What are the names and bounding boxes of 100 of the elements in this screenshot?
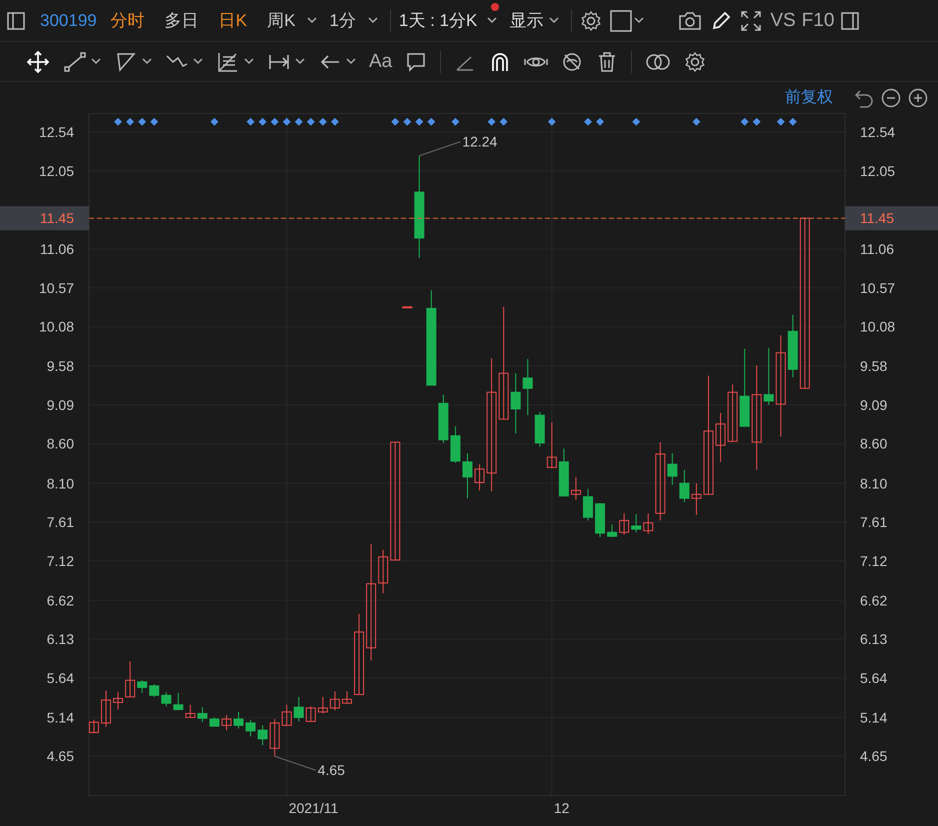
candlestick: [282, 704, 292, 726]
event-marker[interactable]: [403, 118, 412, 126]
panel-icon[interactable]: [6, 10, 26, 30]
price-axis-label: 5.14: [860, 709, 888, 726]
candlestick: [716, 412, 726, 462]
f10-button[interactable]: F10: [802, 10, 834, 32]
event-marker[interactable]: [632, 118, 640, 126]
move-icon[interactable]: [26, 50, 50, 74]
period-tab[interactable]: 多日: [164, 9, 199, 32]
candlestick: [595, 502, 606, 538]
price-axis-label: 10.57: [38, 280, 74, 296]
event-marker[interactable]: [451, 118, 460, 126]
period-tab[interactable]: 分时: [110, 9, 145, 32]
candlestick: [246, 719, 256, 737]
caret-icon[interactable]: [346, 58, 356, 65]
vs-button[interactable]: VS: [770, 10, 796, 32]
pencil-icon[interactable]: [710, 10, 732, 32]
price-axis-label: 7.12: [46, 552, 74, 569]
text-tool-button[interactable]: Aa: [369, 50, 392, 72]
price-axis-label: 12.54: [38, 124, 74, 140]
event-marker[interactable]: [306, 118, 315, 126]
caret-icon[interactable]: [634, 17, 644, 24]
event-marker[interactable]: [788, 118, 797, 126]
event-marker[interactable]: [330, 118, 339, 126]
event-marker[interactable]: [415, 118, 424, 126]
candlestick: [546, 422, 557, 468]
event-marker[interactable]: [752, 118, 761, 126]
settings-icon[interactable]: [684, 50, 706, 72]
candlestick: [643, 512, 654, 534]
candlestick: [330, 690, 340, 711]
event-marker[interactable]: [258, 118, 267, 126]
price-axis-label: 8.10: [860, 475, 888, 492]
price-axis-label: 4.65: [860, 748, 888, 764]
candlestick: [270, 718, 280, 757]
event-marker[interactable]: [596, 118, 604, 126]
event-marker[interactable]: [692, 118, 700, 126]
zoom-in-icon[interactable]: [908, 88, 928, 108]
eye-slash-icon[interactable]: [561, 50, 584, 72]
event-marker[interactable]: [270, 118, 279, 126]
price-axis-label: 6.62: [46, 592, 74, 608]
event-marker[interactable]: [126, 118, 134, 126]
undo-icon[interactable]: [854, 88, 874, 108]
event-marker[interactable]: [548, 118, 556, 126]
caret-icon[interactable]: [244, 58, 254, 65]
period-tab[interactable]: 1分: [329, 9, 356, 32]
circles-icon[interactable]: [645, 52, 672, 72]
candlestick: [510, 372, 521, 434]
expand-icon[interactable]: [740, 10, 762, 32]
price-axis-label: 11.06: [40, 241, 74, 258]
event-marker[interactable]: [427, 118, 436, 126]
event-marker[interactable]: [500, 118, 508, 126]
event-marker[interactable]: [138, 118, 146, 126]
adjust-link[interactable]: 前复权: [785, 87, 833, 108]
display-dropdown[interactable]: 显示: [509, 9, 544, 32]
event-marker[interactable]: [584, 118, 592, 126]
candlestick: [679, 469, 690, 503]
candlestick: [149, 684, 160, 698]
caret-icon[interactable]: [193, 58, 203, 65]
caret-icon[interactable]: [549, 17, 560, 24]
candlestick: [161, 692, 172, 707]
line-segment-icon[interactable]: [63, 50, 87, 74]
settings-icon[interactable]: [580, 10, 602, 32]
event-marker[interactable]: [294, 118, 303, 126]
period-tab[interactable]: 周K: [267, 9, 296, 32]
caret-icon[interactable]: [307, 17, 318, 24]
period-tab[interactable]: 日K: [218, 9, 248, 32]
camera-icon[interactable]: [678, 10, 702, 30]
event-marker[interactable]: [488, 118, 496, 126]
candlestick: [438, 394, 448, 444]
candlestick: [125, 660, 136, 698]
caret-icon[interactable]: [142, 58, 152, 65]
event-marker[interactable]: [776, 118, 785, 126]
price-axis-label: 11.06: [860, 241, 894, 258]
price-axis-label: 7.61: [860, 514, 888, 530]
comment-icon[interactable]: [405, 50, 428, 72]
candlestick: [728, 384, 738, 442]
event-marker[interactable]: [114, 118, 122, 126]
price-axis-label: 12.05: [860, 162, 896, 179]
event-marker[interactable]: [150, 118, 158, 126]
panel-icon[interactable]: [840, 10, 860, 30]
event-marker[interactable]: [210, 118, 218, 126]
event-marker[interactable]: [740, 118, 749, 126]
price-axis-label: 8.60: [860, 436, 888, 452]
event-marker[interactable]: [282, 118, 291, 126]
candlestick: [209, 716, 220, 727]
candlestick: [185, 704, 196, 718]
zoom-out-icon[interactable]: [881, 88, 901, 108]
interval-dropdown[interactable]: 1天 : 1分K: [398, 9, 478, 32]
caret-icon[interactable]: [91, 58, 101, 65]
event-marker[interactable]: [246, 118, 255, 126]
caret-icon[interactable]: [368, 17, 378, 24]
price-tag-label: 11.45: [860, 210, 894, 226]
price-tag-label: 11.45: [40, 210, 74, 226]
event-marker[interactable]: [318, 118, 327, 126]
event-marker[interactable]: [391, 118, 400, 126]
candlestick: [607, 524, 618, 538]
square-icon[interactable]: [610, 10, 634, 32]
caret-icon[interactable]: [295, 58, 305, 65]
price-axis-label: 8.60: [46, 436, 74, 452]
caret-icon[interactable]: [487, 17, 498, 24]
